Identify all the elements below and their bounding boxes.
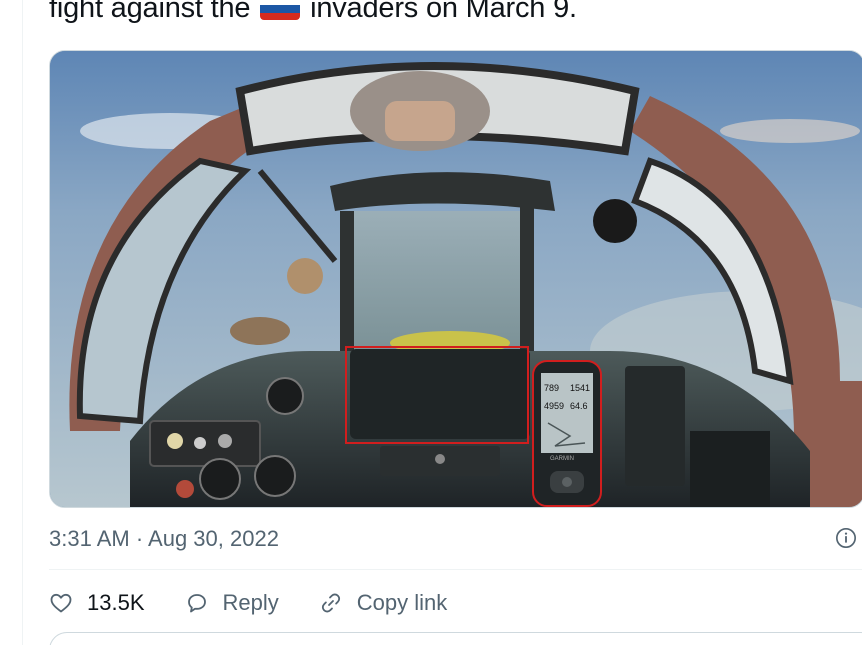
tweet-media-photo[interactable]: 789 1541 4959 64.6 GARMIN bbox=[49, 50, 862, 508]
like-button[interactable]: 13.5K bbox=[49, 590, 145, 616]
gps-readout-r1r: 1541 bbox=[570, 383, 590, 393]
gps-brand: GARMIN bbox=[550, 456, 574, 462]
russia-flag-icon bbox=[260, 0, 301, 20]
copy-link-label: Copy link bbox=[356, 590, 448, 615]
tweet-text-part-2: invaders on March 9. bbox=[310, 0, 577, 24]
tweet-timestamp[interactable]: 3:31 AM · Aug 30, 2022 bbox=[49, 525, 279, 553]
gps-readout-r2r: 64.6 bbox=[570, 401, 588, 411]
reply-button[interactable]: Reply bbox=[185, 590, 279, 616]
tweet-text: fight against the invaders on March 9. bbox=[49, 0, 577, 28]
speech-bubble-icon bbox=[187, 594, 206, 613]
heart-icon bbox=[50, 593, 72, 613]
info-icon[interactable] bbox=[835, 527, 857, 549]
link-icon bbox=[321, 593, 340, 613]
tweet-text-part-1: fight against the bbox=[49, 0, 251, 24]
tweet-actions: 13.5K Reply Copy link bbox=[49, 585, 487, 621]
cockpit-photo: 789 1541 4959 64.6 GARMIN bbox=[50, 51, 862, 507]
like-count: 13.5K bbox=[87, 590, 145, 615]
gps-readout-r1l: 789 bbox=[544, 383, 559, 393]
reply-composer[interactable] bbox=[49, 632, 862, 645]
timeline-rule bbox=[22, 0, 23, 645]
divider-top bbox=[49, 569, 862, 570]
gps-readout-r2l: 4959 bbox=[544, 401, 564, 411]
reply-label: Reply bbox=[222, 590, 279, 615]
copy-link-button[interactable]: Copy link bbox=[319, 590, 447, 616]
